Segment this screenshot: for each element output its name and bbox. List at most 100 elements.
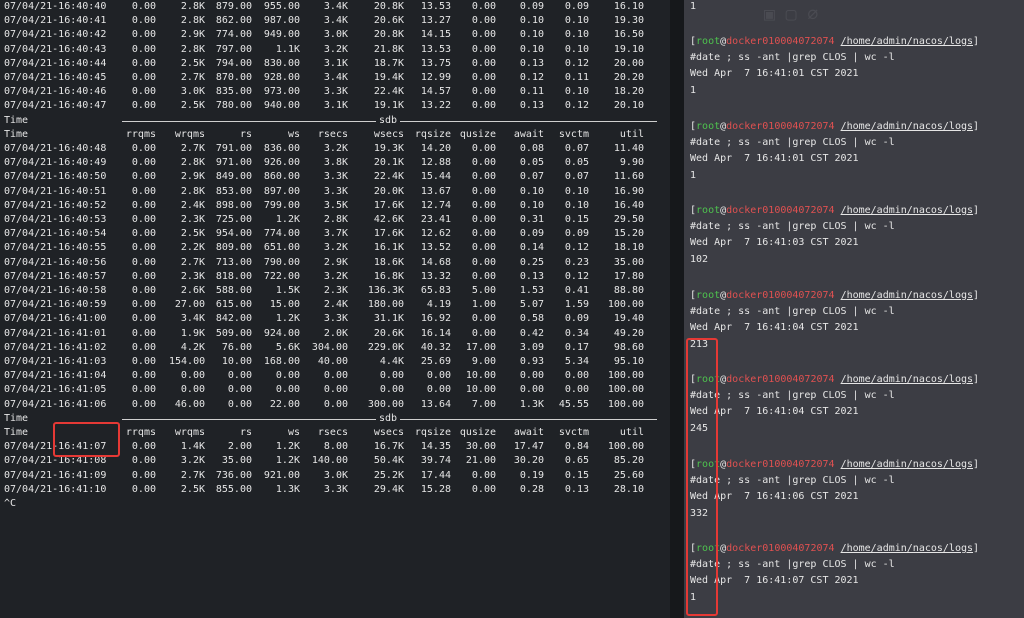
value-cell: 21.00 [465, 455, 496, 467]
value-cell: 95.10 [613, 356, 644, 367]
value-cell: 100.00 [607, 370, 644, 382]
value-cell: 722.00 [263, 270, 300, 282]
value-cell: 100.00 [607, 384, 644, 396]
value-cell: 3.8K [323, 157, 348, 169]
value-cell: 0.10 [564, 199, 589, 211]
prompt-user: root [696, 120, 721, 132]
value-cell: 0.00 [131, 242, 156, 254]
value-cell: 3.2K [323, 242, 348, 254]
value-cell: 15.20 [613, 228, 644, 240]
time-cell: 07/04/21-16:41:01 [4, 327, 107, 339]
value-cell: 0.84 [564, 441, 589, 453]
value-cell: 7.00 [471, 398, 496, 410]
value-cell: 13.22 [420, 100, 451, 112]
value-cell: 16.90 [613, 185, 644, 197]
value-cell: 13.53 [420, 1, 451, 12]
value-cell: 987.00 [263, 15, 300, 27]
value-cell: 10.00 [221, 356, 252, 367]
value-cell: 19.3K [373, 143, 404, 154]
value-cell: 0.00 [379, 384, 404, 396]
value-cell: 2.4K [180, 199, 205, 211]
value-cell: 1.00 [471, 299, 496, 311]
value-cell: 22.4K [373, 171, 404, 183]
value-cell: 20.0K [373, 185, 404, 197]
value-cell: svctm [558, 128, 589, 140]
value-cell: 0.65 [564, 455, 589, 467]
value-cell: 0.00 [131, 313, 156, 325]
value-cell: 0.09 [564, 313, 589, 325]
date-output: Wed Apr 7 16:41:01 CST 2021 [690, 68, 859, 79]
value-cell: 2.5K [180, 57, 205, 69]
value-cell: util [619, 128, 644, 140]
value-cell: 0.00 [471, 171, 496, 183]
value-cell: 955.00 [263, 1, 300, 12]
value-cell: 862.00 [215, 15, 252, 27]
value-cell: 100.00 [607, 441, 644, 453]
count-output: 102 [690, 254, 709, 265]
value-cell: 0.15 [564, 214, 589, 225]
value-cell: 16.92 [420, 313, 451, 325]
shell-prompt: [root@docker010004072074 /home/admin/nac… [690, 542, 979, 556]
prompt-path: /home/admin/nacos/logs [840, 458, 974, 470]
prompt-path: /home/admin/nacos/logs [840, 120, 974, 132]
device-separator: Time sdb [4, 113, 664, 128]
value-cell: 2.3K [180, 270, 205, 282]
value-cell: 19.1K [373, 100, 404, 112]
value-cell: 0.00 [471, 270, 496, 282]
value-cell: rqsize [414, 128, 451, 140]
time-cell: 07/04/21-16:41:02 [4, 341, 107, 353]
value-cell: 13.75 [420, 57, 451, 69]
value-cell: 20.8K [373, 29, 404, 41]
value-cell: 0.00 [131, 455, 156, 467]
value-cell: 0.00 [471, 157, 496, 169]
value-cell: 3.0K [323, 29, 348, 41]
shell-prompt: [root@docker010004072074 /home/admin/nac… [690, 458, 979, 472]
date-output: Wed Apr 7 16:41:03 CST 2021 [690, 237, 859, 248]
iostat-terminal-pane[interactable]: 07/04/21-16:40:40 0.00 2.8K 879.00 955.00 3.4… [0, 0, 670, 618]
value-cell: 0.00 [227, 398, 252, 410]
value-cell: 20.00 [613, 57, 644, 69]
value-cell: 0.10 [519, 29, 544, 41]
shell-terminal-pane[interactable]: ▣ ▢ ⌀ 1 [root@docker010004072074 /home/ad… [684, 0, 1024, 618]
value-cell: 0.00 [131, 299, 156, 311]
value-cell: 5.00 [471, 285, 496, 296]
value-cell: 0.28 [519, 483, 544, 495]
value-cell: 897.00 [263, 185, 300, 197]
value-cell: 29.4K [373, 483, 404, 495]
value-cell: 16.14 [420, 327, 451, 339]
prompt-host: docker010004072074 [726, 543, 835, 554]
value-cell: 0.00 [131, 43, 156, 55]
count-output: 1 [690, 85, 697, 96]
value-cell: 3.4K [180, 313, 205, 325]
value-cell: 100.00 [607, 398, 644, 410]
value-cell: 0.13 [519, 100, 544, 112]
prompt-user: root [696, 36, 721, 47]
value-cell: 9.90 [619, 157, 644, 169]
value-cell: 2.3K [323, 285, 348, 296]
value-cell: 2.00 [227, 441, 252, 453]
value-cell: 304.00 [311, 341, 348, 353]
value-cell: 3.3K [323, 185, 348, 197]
value-cell: 0.00 [426, 370, 451, 382]
value-cell: 2.9K [180, 171, 205, 183]
value-cell: rsecs [317, 128, 348, 140]
value-cell: 2.0K [323, 327, 348, 339]
value-cell: 0.00 [471, 15, 496, 27]
value-cell: 3.3K [323, 313, 348, 325]
time-cell: 07/04/21-16:41:03 [4, 356, 107, 367]
prompt-host: docker010004072074 [726, 374, 835, 385]
command-line: #date ; ss -ant |grep CLOS | wc -l [690, 474, 895, 486]
value-cell: 39.74 [420, 455, 451, 467]
pane-divider[interactable] [670, 0, 684, 618]
value-cell: rsecs [317, 427, 348, 438]
value-cell: 35.00 [613, 256, 644, 268]
value-cell: 0.31 [519, 214, 544, 225]
value-cell: 49.20 [613, 327, 644, 339]
value-cell: 0.00 [131, 15, 156, 27]
prompt-bracket: ] [973, 374, 980, 385]
value-cell: 0.14 [519, 242, 544, 254]
value-cell: 2.8K [180, 185, 205, 197]
value-cell: 88.80 [613, 285, 644, 296]
time-cell: 07/04/21-16:40:50 [4, 171, 107, 183]
value-cell: 0.17 [564, 341, 589, 353]
